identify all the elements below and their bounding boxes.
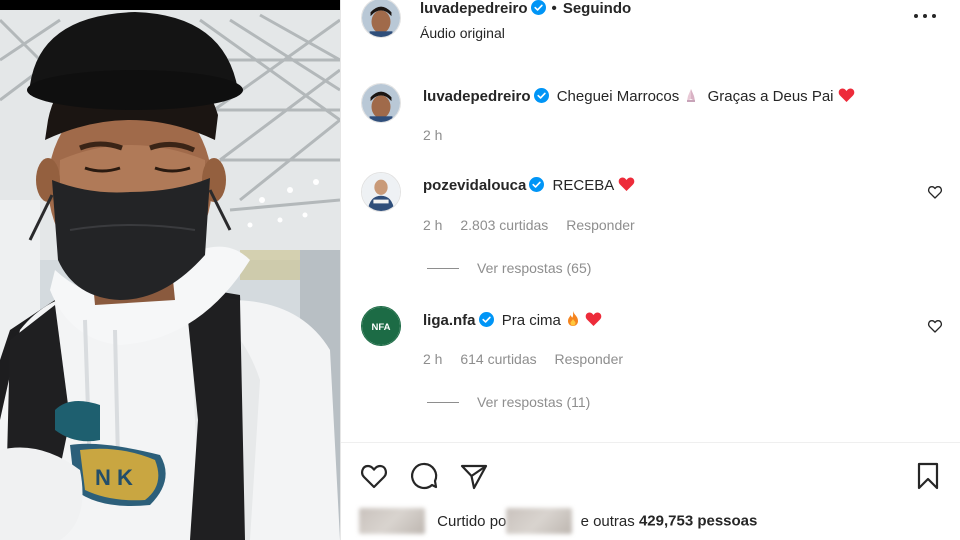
caption-text-end: Graças a Deus Pai — [707, 88, 834, 105]
comment-text: RECEBA — [552, 177, 614, 194]
verified-badge-icon — [533, 88, 549, 103]
comment: liga.nfa Pra cima — [423, 310, 602, 329]
fire-icon — [568, 311, 579, 326]
svg-text:N K: N K — [95, 465, 133, 490]
author-avatar[interactable] — [361, 0, 401, 38]
comment-meta: 2 h 614 curtidas Responder — [423, 351, 637, 367]
following-button[interactable]: Seguindo — [563, 0, 631, 17]
red-heart-icon — [585, 312, 602, 326]
praying-hands-icon — [687, 89, 696, 102]
share-icon[interactable] — [459, 461, 489, 491]
comment-time: 2 h — [423, 351, 443, 367]
post-video-frame: N K — [0, 0, 340, 540]
comment-username[interactable]: liga.nfa — [423, 312, 476, 329]
post-details-panel: luvadepedreiro • Seguindo Áudio original l… — [341, 0, 960, 540]
nfa-logo-text: NFA — [372, 322, 391, 333]
media-top-bar — [0, 0, 340, 10]
replies-line — [427, 402, 459, 403]
reply-button[interactable]: Responder — [555, 351, 624, 367]
blurred-avatars — [359, 508, 425, 534]
heart-icon[interactable] — [359, 461, 389, 491]
comment-time: 2 h — [423, 217, 443, 233]
liked-by-middle: e outras — [580, 512, 635, 530]
post-media[interactable]: N K — [0, 0, 340, 540]
blurred-username — [506, 508, 573, 534]
caption-text-start: Cheguei Marrocos — [556, 88, 680, 105]
replies-line — [427, 268, 459, 269]
verified-badge-icon — [530, 0, 546, 15]
view-replies-button[interactable]: Ver respostas (65) — [427, 260, 591, 276]
comment-avatar[interactable]: NFA — [361, 306, 401, 346]
reply-button[interactable]: Responder — [566, 217, 635, 233]
red-heart-icon — [618, 177, 634, 191]
like-comment-heart-icon[interactable] — [927, 318, 943, 334]
red-heart-icon — [838, 88, 854, 102]
verified-badge-icon — [529, 177, 545, 192]
comment-meta: 2 h 2.803 curtidas Responder — [423, 217, 649, 233]
more-options-icon[interactable] — [914, 12, 936, 20]
post-header: luvadepedreiro • Seguindo — [420, 0, 631, 17]
author-username[interactable]: luvadepedreiro — [420, 0, 528, 17]
view-replies-label: Ver respostas (65) — [477, 260, 592, 276]
likes-summary: Curtido po e outras 429,753 pessoas — [359, 508, 757, 534]
comment: pozevidalouca RECEBA — [423, 176, 635, 194]
audio-label[interactable]: Áudio original — [420, 25, 505, 41]
liked-by-prefix: Curtido po — [437, 512, 507, 530]
caption-author-username[interactable]: luvadepedreiro — [423, 88, 531, 105]
view-replies-button[interactable]: Ver respostas (11) — [427, 394, 590, 410]
caption: luvadepedreiro Cheguei Marrocos Graças a… — [423, 87, 855, 105]
likes-count[interactable]: 429,753 pessoas — [639, 513, 757, 530]
verified-badge-icon — [478, 312, 494, 327]
like-comment-heart-icon[interactable] — [927, 184, 943, 200]
caption-author-avatar[interactable] — [361, 83, 401, 123]
comment-text: Pra cima — [501, 312, 561, 329]
comment-like-count[interactable]: 614 curtidas — [460, 351, 536, 367]
comment-like-count[interactable]: 2.803 curtidas — [460, 217, 548, 233]
action-bar-divider — [341, 442, 960, 443]
comment-username[interactable]: pozevidalouca — [423, 177, 526, 194]
bookmark-icon[interactable] — [913, 461, 943, 491]
separator-dot: • — [551, 0, 557, 17]
view-replies-label: Ver respostas (11) — [477, 394, 591, 410]
comment-icon[interactable] — [409, 461, 439, 491]
comment-avatar[interactable] — [361, 172, 401, 212]
caption-time: 2 h — [423, 127, 443, 143]
